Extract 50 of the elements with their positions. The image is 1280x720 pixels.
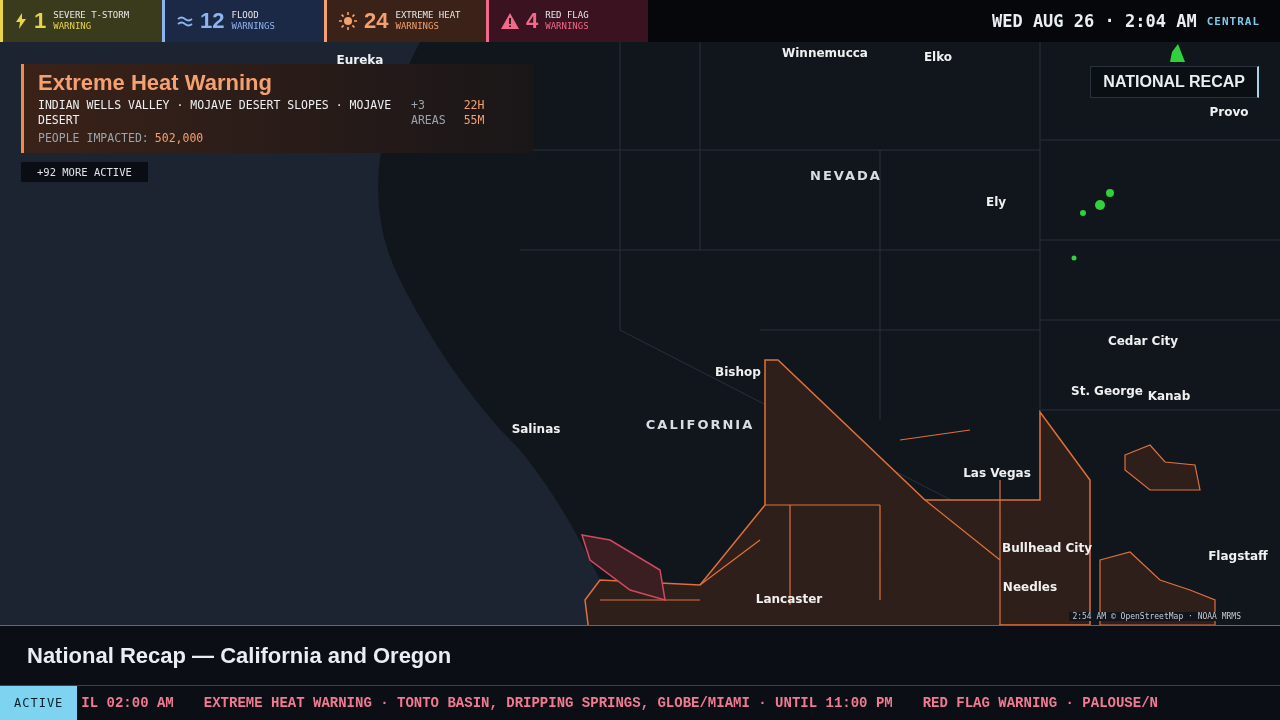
- waves-icon: [177, 15, 193, 27]
- impact-label: PEOPLE IMPACTED:: [38, 131, 149, 145]
- lightning-icon: [15, 13, 27, 29]
- city-label: Needles: [1002, 580, 1058, 594]
- city-label: Salinas: [511, 422, 561, 436]
- alert-type: SEVERE T-STORM: [53, 10, 130, 21]
- city-label: Ely: [985, 195, 1007, 209]
- alert-type: RED FLAG: [545, 10, 589, 21]
- city-label: Lancaster: [755, 592, 823, 606]
- sun-icon: [339, 12, 357, 30]
- city-label: Kanab: [1147, 389, 1191, 403]
- extra-count: +3: [411, 98, 426, 113]
- city-label: Winnemucca: [782, 46, 868, 60]
- map-attribution: 2:54 AM © OpenStreetMap · NOAA MRMS: [1069, 612, 1244, 621]
- time-zone: CENTRAL: [1206, 14, 1260, 28]
- city-label: Cedar City: [1107, 334, 1179, 348]
- extra-label: AREAS: [411, 113, 446, 128]
- segment-tag: NATIONAL RECAP: [1090, 66, 1259, 98]
- impact-value: 502,000: [154, 131, 204, 145]
- alert-subtitle: WARNING: [53, 21, 93, 32]
- city-label: Bishop: [715, 365, 761, 379]
- alert-subtitle: WARNINGS: [395, 21, 440, 32]
- warning-title: Extreme Heat Warning: [38, 70, 273, 96]
- city-label: Elko: [923, 50, 953, 64]
- city-label: Las Vegas: [963, 466, 1031, 480]
- alert-count: 1: [34, 8, 47, 34]
- ticker-item: IL 02:00 AM: [81, 695, 174, 711]
- alert-count: 24: [364, 8, 389, 34]
- city-label: Eureka: [336, 53, 384, 67]
- ticker-item: EXTREME HEAT WARNING · TONTO BASIN, DRIPPING SPRINGS, GLOBE/MIAMI · UNTIL 11:00 PM: [203, 695, 893, 711]
- headline: National Recap — California and Oregon: [27, 642, 452, 669]
- warning-areas: INDIAN WELLS VALLEY · MOJAVE DESERT SLOPES · MOJAVE DESERT: [38, 98, 393, 128]
- state-label: NEVADA: [810, 167, 882, 183]
- city-label: Provo: [1209, 105, 1249, 119]
- warning-icon: [501, 13, 519, 29]
- state-label: CALIFORNIA: [645, 416, 755, 432]
- minutes-remaining: 55M: [463, 113, 485, 128]
- alert-type: EXTREME HEAT: [395, 10, 461, 21]
- ticker-item: RED FLAG WARNING · PALOUSE/N: [922, 695, 1158, 711]
- alert-count: 4: [526, 8, 539, 34]
- alert-subtitle: WARNINGS: [545, 21, 589, 32]
- more-active-badge[interactable]: +92 MORE ACTIVE: [21, 162, 148, 182]
- city-label: Flagstaff: [1208, 549, 1268, 563]
- alert-type: FLOOD: [231, 10, 260, 21]
- alert-subtitle: WARNINGS: [231, 21, 275, 32]
- city-label: St. George: [1071, 384, 1143, 398]
- hours-remaining: 22H: [463, 98, 485, 113]
- alert-count: 12: [200, 8, 225, 34]
- ticker-label: ACTIVE: [0, 686, 78, 720]
- clock-time: WED AUG 26 · 2:04 AM: [991, 11, 1197, 31]
